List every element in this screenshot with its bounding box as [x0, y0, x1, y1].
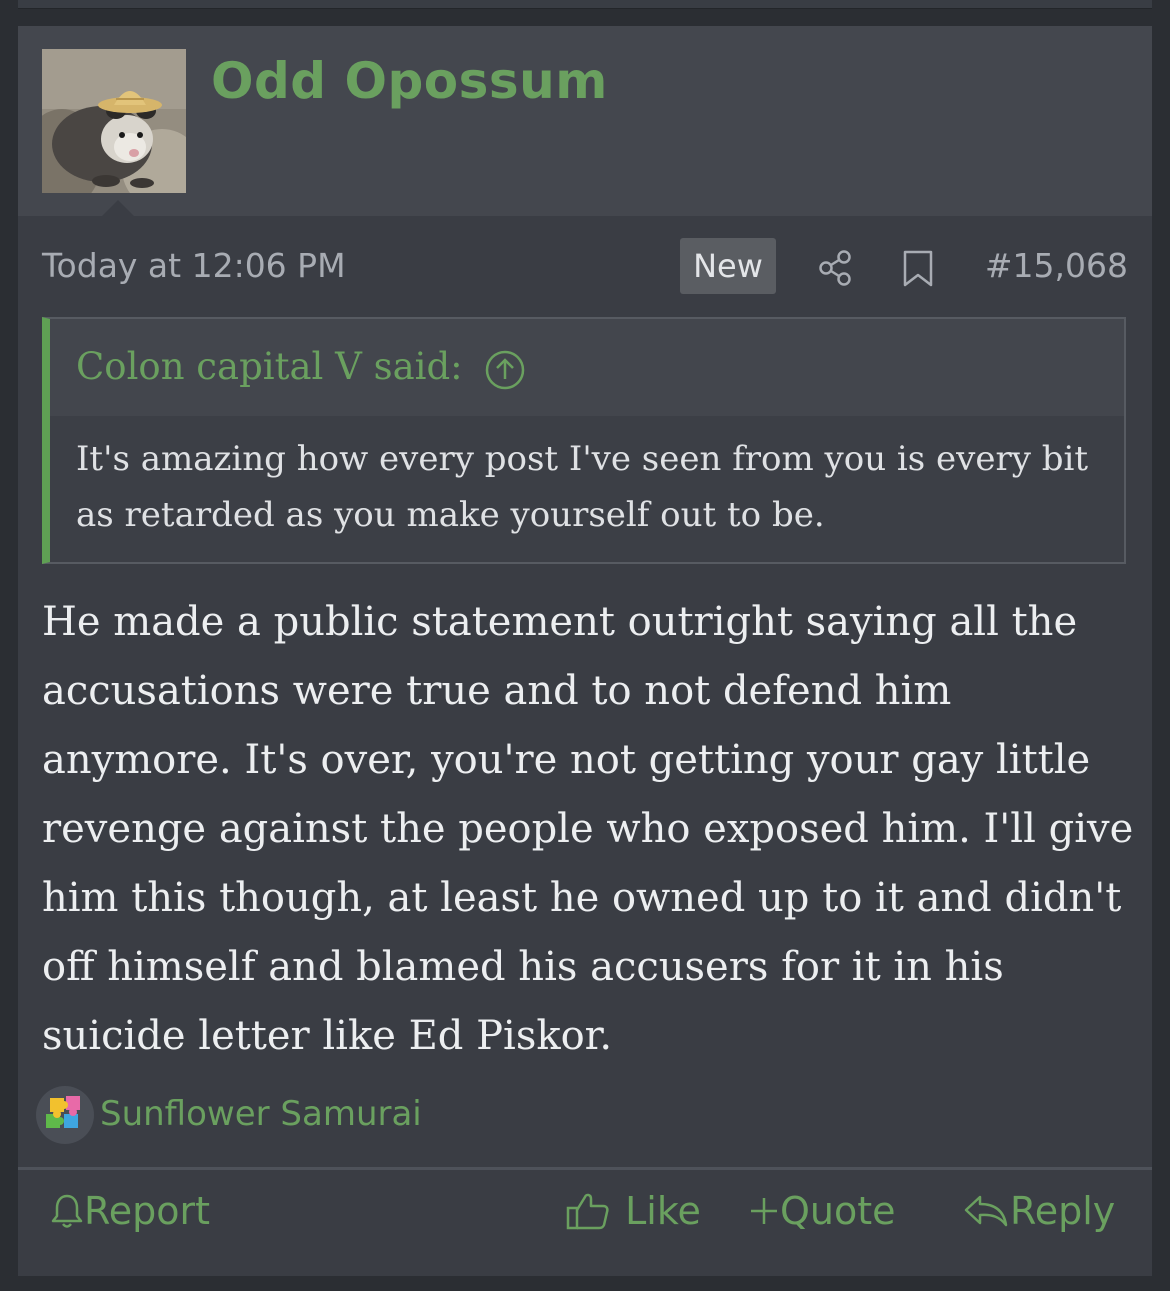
post-number-link[interactable]: #15,068	[985, 246, 1128, 285]
share-icon[interactable]	[815, 248, 855, 288]
avatar[interactable]	[42, 49, 186, 193]
post-meta-row: Today at 12:06 PM New #15,068	[18, 238, 1152, 296]
reply-label: Reply	[1010, 1189, 1116, 1233]
post-timestamp[interactable]: Today at 12:06 PM	[42, 246, 346, 285]
quote-header: Colon capital V said:	[50, 319, 1124, 416]
report-button[interactable]: Report	[50, 1186, 210, 1236]
opossum-avatar-image	[42, 49, 186, 193]
forum-post: Odd Opossum Today at 12:06 PM New #15,06…	[18, 26, 1152, 1276]
previous-post-edge	[18, 0, 1152, 9]
quote-button[interactable]: Quote	[748, 1186, 896, 1236]
reply-button[interactable]: Reply	[962, 1186, 1115, 1236]
new-badge: New	[680, 238, 776, 294]
bell-icon	[51, 1194, 83, 1228]
post-author-username[interactable]: Odd Opossum	[211, 56, 608, 106]
puzzle-reaction-icon[interactable]	[36, 1086, 94, 1144]
report-label: Report	[84, 1189, 210, 1233]
message-body: He made a public statement outright sayi…	[42, 599, 1134, 1059]
quote-label: Quote	[780, 1189, 896, 1233]
reaction-user-link[interactable]: Sunflower Samurai	[100, 1094, 422, 1134]
quote-attribution[interactable]: Colon capital V said:	[76, 345, 463, 388]
thumbs-up-icon	[566, 1193, 609, 1229]
arrow-up-circle-icon[interactable]	[484, 349, 526, 391]
footer-divider	[18, 1167, 1152, 1170]
quoted-message: Colon capital V said: It's amazing how e…	[42, 317, 1126, 564]
like-button[interactable]: Like	[565, 1186, 701, 1236]
post-header: Odd Opossum	[18, 26, 1152, 216]
quote-text: It's amazing how every post I've seen fr…	[76, 439, 1089, 535]
bookmark-icon[interactable]	[898, 248, 938, 288]
reactions-bar: Sunflower Samurai	[36, 1086, 636, 1146]
plus-icon	[751, 1197, 777, 1224]
reply-arrow-icon	[964, 1195, 1008, 1226]
like-label: Like	[625, 1189, 701, 1233]
header-pointer	[102, 200, 134, 216]
